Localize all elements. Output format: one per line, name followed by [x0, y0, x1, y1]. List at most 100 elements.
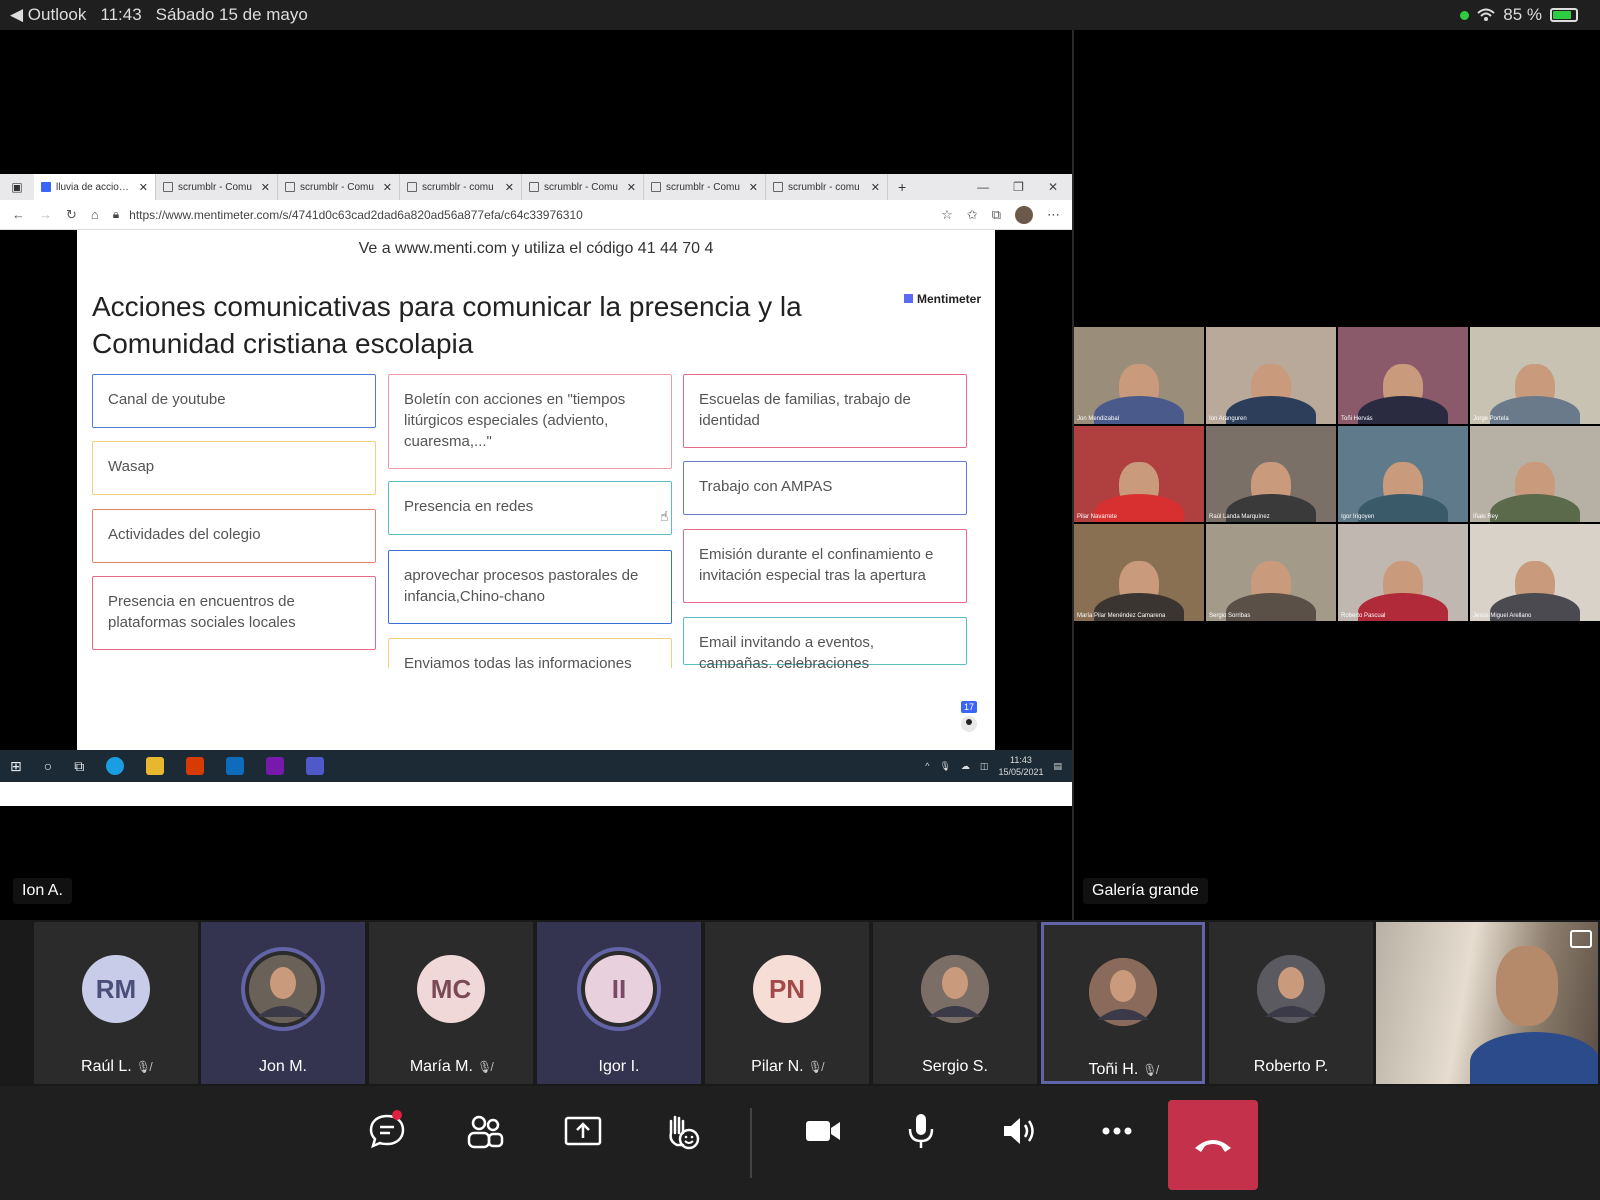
participant-name-row: Toñi H. 🎙︎̸	[1044, 1061, 1202, 1079]
mentimeter-slide: Ve a www.menti.com y utiliza el código 4…	[77, 230, 995, 750]
gallery-video-tile[interactable]: Igor Irigoyen	[1338, 425, 1468, 523]
more-options-button[interactable]	[1082, 1102, 1152, 1160]
gallery-video-tile[interactable]: Jorge Portela	[1470, 327, 1600, 424]
answer-card: Email invitando a eventos, campañas, cel…	[683, 617, 967, 668]
participant-tile[interactable]: MC María M. 🎙︎̸	[369, 922, 533, 1084]
chat-button[interactable]	[352, 1102, 422, 1160]
browser-tab: scrumblr - Comu ✕	[278, 174, 400, 200]
participants-button[interactable]	[450, 1102, 520, 1160]
participant-name: Toñi H.	[1088, 1061, 1139, 1078]
gallery-tile-name: Pilar Navarrete	[1077, 514, 1118, 521]
teams-icon	[306, 757, 325, 775]
taskbar-date: 15/05/2021	[998, 767, 1044, 777]
participant-name-row: Pilar N. 🎙︎̸	[705, 1058, 869, 1076]
web-content: Ve a www.menti.com y utiliza el código 4…	[0, 230, 1072, 750]
self-video-preview[interactable]	[1376, 922, 1598, 1084]
gallery-tile-name: Toñi Hervás	[1341, 415, 1373, 422]
participants-icon	[467, 1115, 504, 1149]
participant-body	[1490, 494, 1580, 523]
participant-avatar: MC	[417, 955, 485, 1023]
shared-screen-stage[interactable]: ▣ lluvia de acciones ✕ scrumblr - Comu ✕ scr…	[0, 30, 1072, 920]
hang-up-button[interactable]	[1168, 1100, 1258, 1190]
speaker-button[interactable]	[984, 1102, 1054, 1160]
participant-tile[interactable]: RM Raúl L. 🎙︎̸	[34, 922, 198, 1084]
gallery-tile-name: Jesús Miguel Arellano	[1473, 612, 1532, 619]
browser-menu-icon: ⋯	[1047, 206, 1060, 222]
onenote-icon	[266, 757, 285, 775]
battery-icon	[1550, 8, 1578, 22]
participant-name: Sergio S.	[922, 1058, 988, 1075]
gallery-video-tile[interactable]: Jon Mendizabal	[1074, 327, 1204, 424]
participant-tile[interactable]: PN Pilar N. 🎙︎̸	[705, 922, 869, 1084]
participant-avatar: RM	[82, 955, 150, 1023]
gallery-tile-name: María Pilar Menéndez Camarena	[1077, 612, 1166, 619]
camera-button[interactable]	[788, 1102, 858, 1160]
windows-taskbar: ⊞ ○ ⧉ ^ 🎙︎ ☁ ◫ 11:43 15/05/2021 ▤	[0, 750, 1072, 782]
browser-tab: scrumblr - Comu ✕	[156, 174, 278, 200]
home-icon: ⌂	[90, 207, 99, 222]
file-explorer-icon	[146, 757, 165, 775]
shared-browser-window: ▣ lluvia de acciones ✕ scrumblr - Comu ✕ scr…	[0, 174, 1072, 806]
participant-name: María M.	[409, 1058, 473, 1075]
hang-up-icon	[1195, 1140, 1231, 1152]
participant-tile[interactable]: Toñi H. 🎙︎̸	[1041, 922, 1205, 1084]
avatar-photo	[921, 955, 989, 1023]
page-icon	[407, 182, 417, 192]
avatar-photo	[249, 955, 317, 1023]
tab-close-icon: ✕	[504, 181, 514, 194]
tab-close-icon: ✕	[626, 181, 636, 194]
answer-card: Escuelas de familias, trabajo de identid…	[683, 374, 967, 448]
participants-count: 17	[960, 701, 977, 713]
participant-tile[interactable]: Jon M.	[201, 922, 365, 1084]
battery-fill	[1553, 11, 1572, 19]
share-screen-button[interactable]	[548, 1102, 618, 1160]
back-to-app-link[interactable]: ◀ Outlook	[10, 5, 86, 25]
participant-name: Raúl L.	[81, 1058, 132, 1075]
page-icon	[651, 182, 661, 192]
switch-camera-icon[interactable]	[1570, 930, 1592, 948]
participant-name: Roberto P.	[1253, 1058, 1329, 1075]
favorites-icon: ✩	[966, 206, 978, 222]
person-icon	[960, 716, 977, 732]
profile-avatar	[1015, 205, 1033, 224]
self-face	[1496, 946, 1558, 1026]
gallery-video-tile[interactable]: Roberto Pascual	[1338, 524, 1468, 621]
gallery-video-tile[interactable]: Sergio Sorribas	[1206, 524, 1336, 621]
raise-hand-button[interactable]	[646, 1102, 716, 1160]
participant-avatar	[1089, 958, 1157, 1026]
tab-label: scrumblr - Comu	[300, 181, 374, 193]
hand-cursor-icon: ☝︎	[660, 508, 669, 524]
gallery-video-tile[interactable]: Pilar Navarrete	[1074, 425, 1204, 523]
speaker-icon	[1004, 1118, 1034, 1144]
participants-counter: 17	[960, 701, 977, 732]
participant-name: Pilar N.	[751, 1058, 804, 1075]
close-window-icon: ✕	[1047, 180, 1058, 194]
tab-label: lluvia de acciones	[56, 181, 134, 193]
outlook-icon	[226, 757, 245, 775]
answer-card: aprovechar procesos pastorales de infanc…	[388, 550, 672, 624]
participant-tile[interactable]: Sergio S.	[873, 922, 1037, 1084]
edge-icon	[106, 757, 125, 775]
self-body	[1470, 1032, 1598, 1084]
answer-card: Actividades del colegio	[92, 509, 376, 563]
gallery-video-tile[interactable]: Raúl Landa Marquínez	[1206, 425, 1336, 523]
forward-arrow-icon: →	[39, 207, 52, 222]
answer-card: Canal de youtube	[92, 374, 376, 428]
gallery-video-tile[interactable]: Iñaki Rey	[1470, 425, 1600, 523]
wifi-icon	[1477, 8, 1495, 21]
microphone-button[interactable]	[886, 1102, 956, 1160]
page-icon	[285, 182, 295, 192]
participant-tile[interactable]: II Igor I.	[537, 922, 701, 1084]
page-icon	[773, 182, 783, 192]
tab-close-icon: ✕	[870, 181, 880, 194]
large-gallery-grid[interactable]: Jon Mendizabal Ion Aranguren Toñi Hervás Jo…	[1074, 327, 1600, 621]
controls-divider	[750, 1108, 752, 1178]
gallery-video-tile[interactable]: María Pilar Menéndez Camarena	[1074, 524, 1204, 621]
gallery-video-tile[interactable]: Toñi Hervás	[1338, 327, 1468, 424]
gallery-video-tile[interactable]: Ion Aranguren	[1206, 327, 1336, 424]
participant-tile[interactable]: Roberto P.	[1209, 922, 1373, 1084]
window-controls: — ❐ ✕	[977, 180, 1072, 194]
teams-meeting-screen: ◀ Outlook 11:43 Sábado 15 de mayo 85 % ▣…	[0, 0, 1600, 1200]
gallery-video-tile[interactable]: Jesús Miguel Arellano	[1470, 524, 1600, 621]
page-icon	[163, 182, 173, 192]
